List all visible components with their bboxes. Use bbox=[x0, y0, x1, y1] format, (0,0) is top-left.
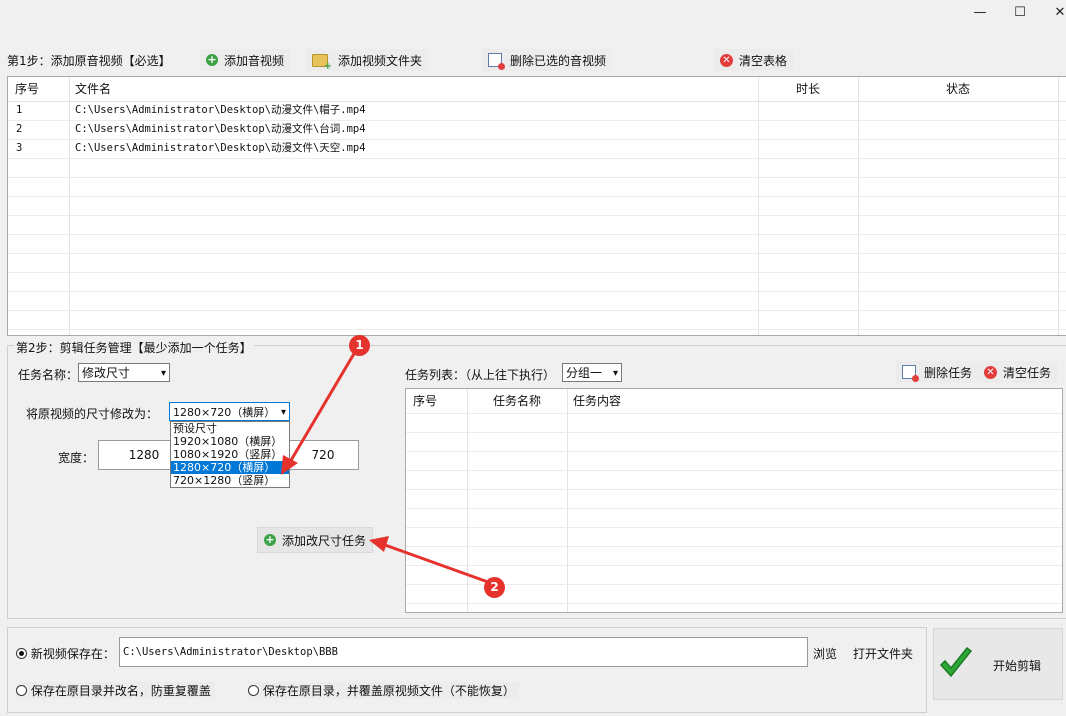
annotation-badge-2: 2 bbox=[484, 577, 505, 598]
annotation-badge-1: 1 bbox=[349, 335, 370, 356]
annotation-arrows bbox=[281, 351, 489, 584]
